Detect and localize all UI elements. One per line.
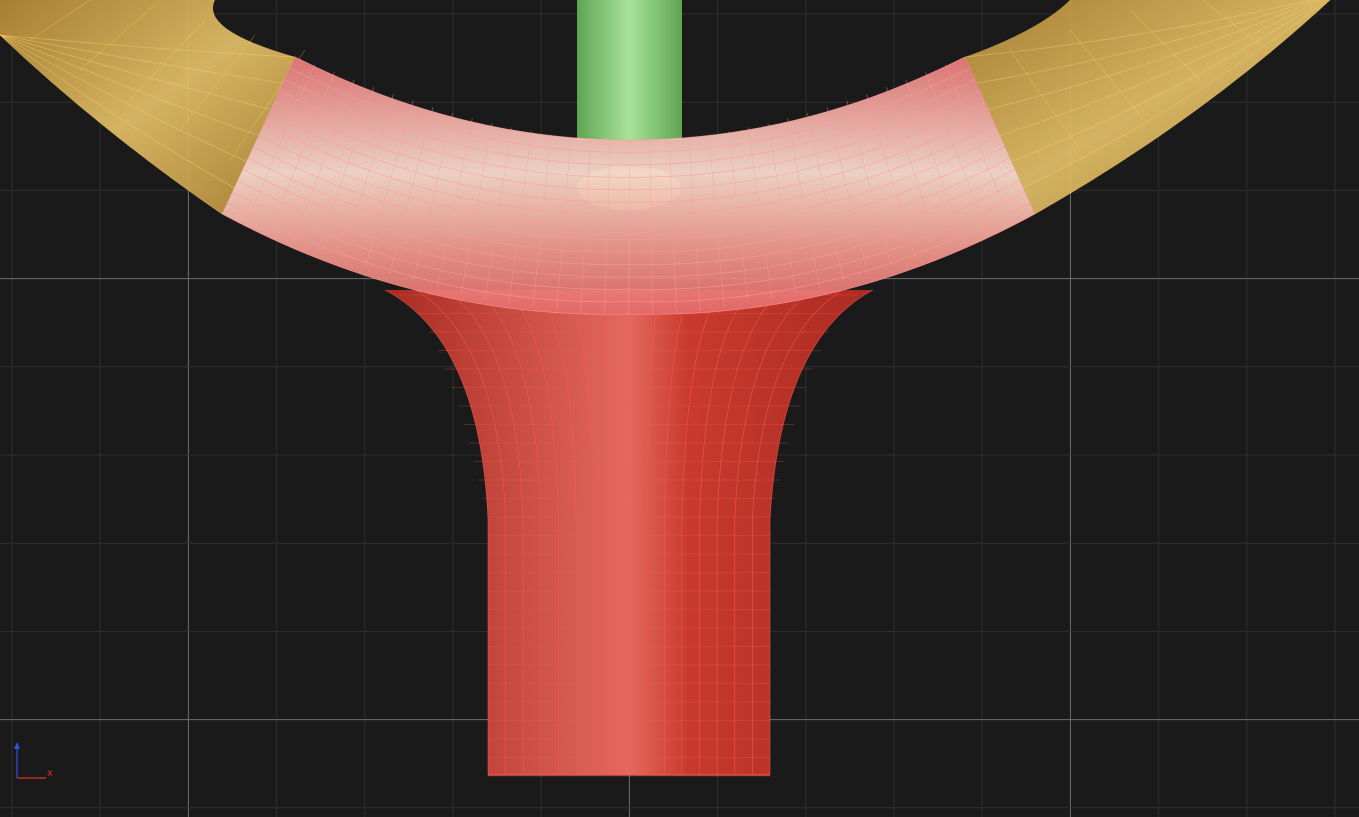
z-axis-arrow	[14, 742, 20, 749]
3d-viewport[interactable]: x	[0, 0, 1359, 817]
x-axis-label: x	[47, 768, 53, 779]
scene-canvas[interactable]	[0, 0, 1359, 817]
axis-gizmo	[14, 742, 46, 779]
